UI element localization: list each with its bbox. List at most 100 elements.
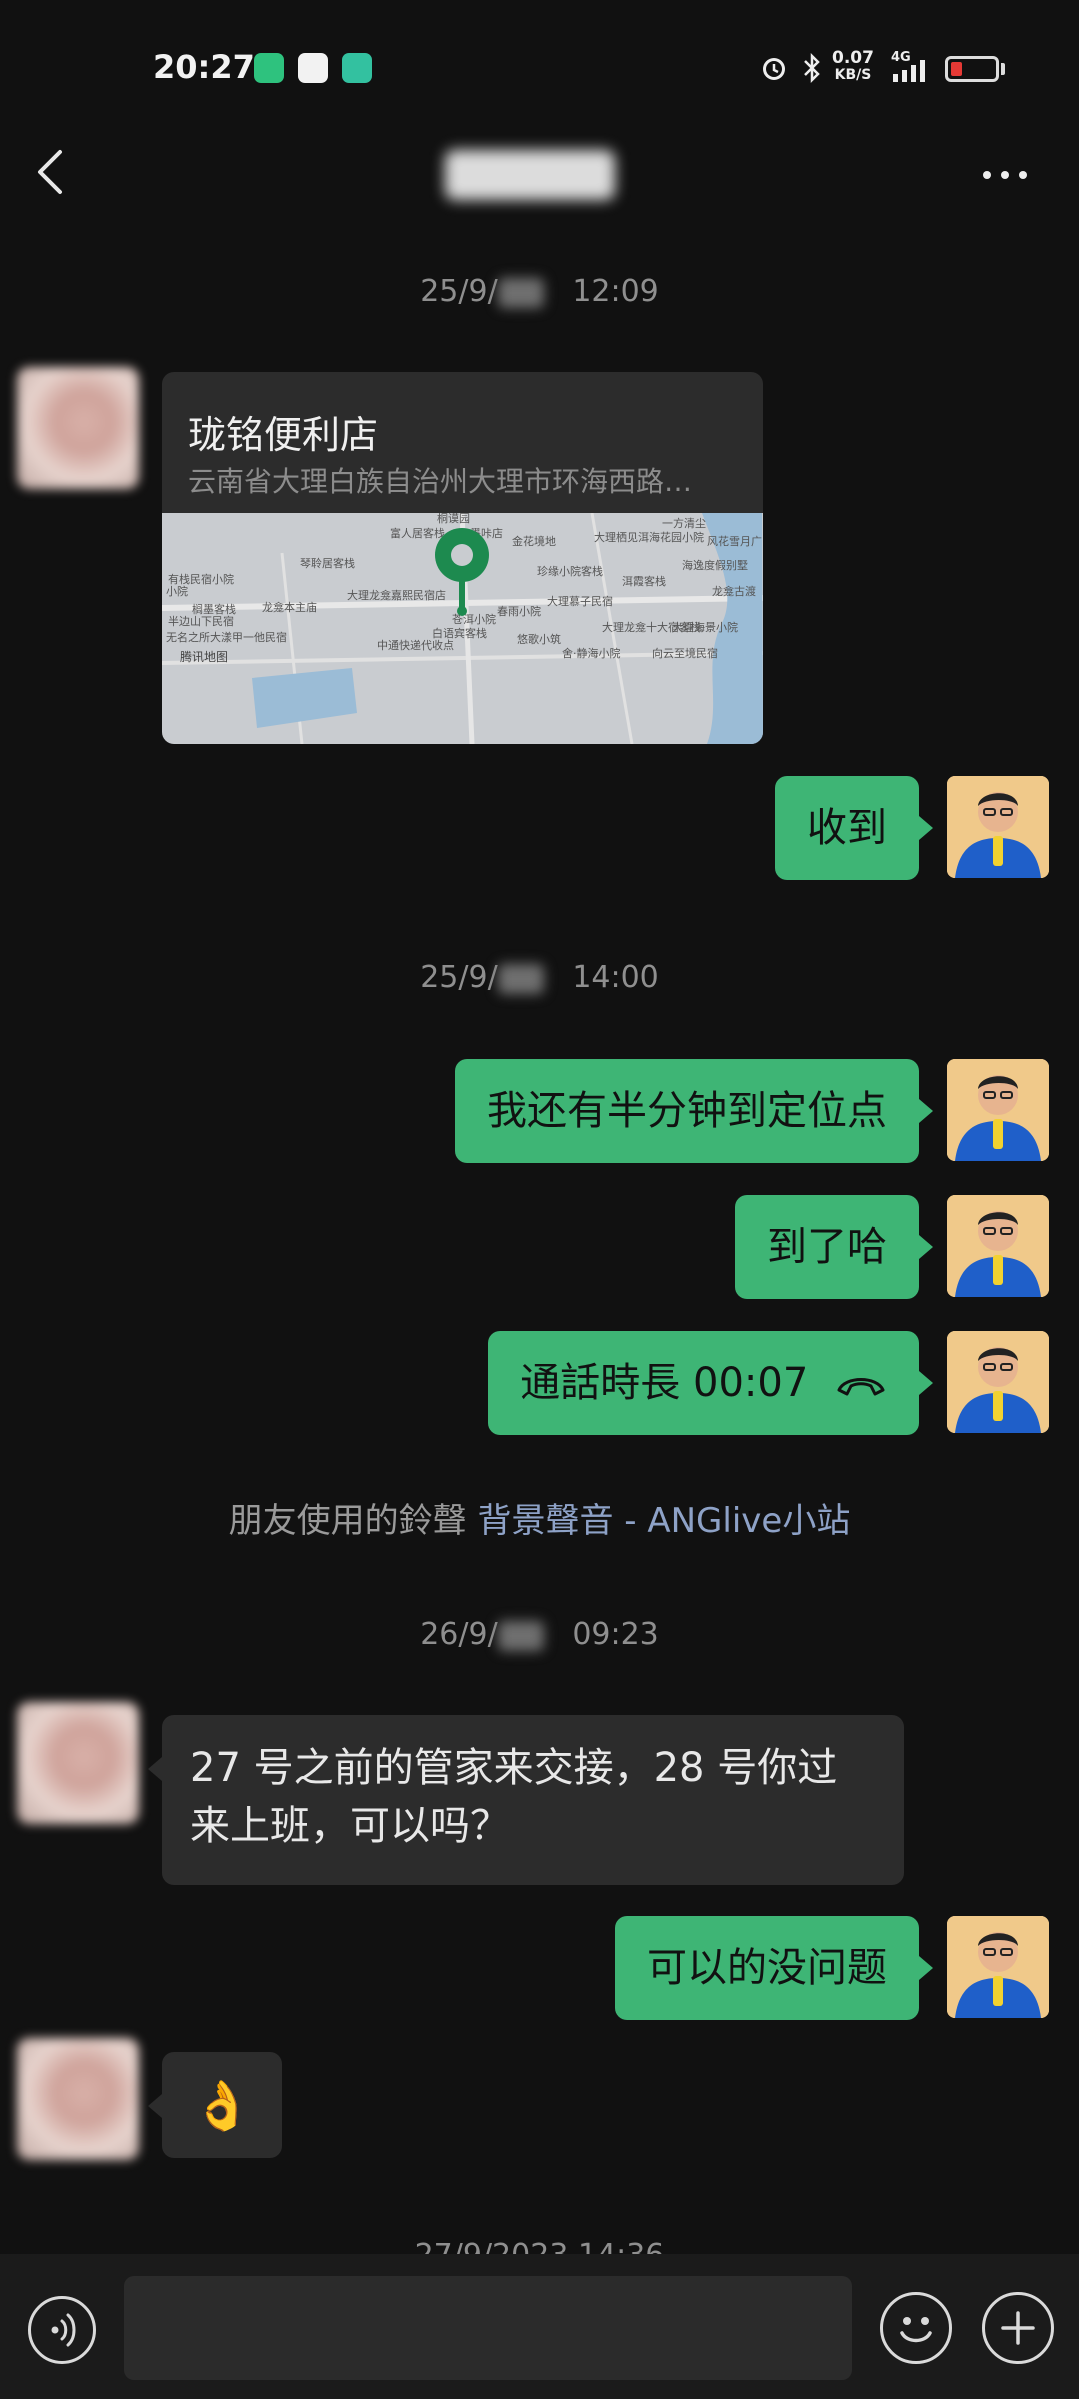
map-label: 金花境地 (512, 534, 556, 548)
message-text: 收到 (807, 805, 887, 851)
chat-title (445, 150, 615, 200)
map-label: 大理龙龛嘉熙民宿店 (347, 588, 446, 602)
signal-icon (893, 60, 925, 82)
status-time: 20:27 (153, 48, 255, 86)
map-label: 桐谟园 (437, 513, 470, 525)
call-record-bubble[interactable]: 通話時長 00:07 (488, 1331, 933, 1435)
contact-avatar[interactable] (17, 367, 139, 489)
plus-button[interactable] (982, 2292, 1054, 2364)
app-notification-icon (298, 53, 328, 83)
app-notification-icon (254, 53, 284, 83)
timestamp-date: 26/9/ (420, 1617, 498, 1652)
timestamp-redacted (497, 1620, 544, 1651)
self-avatar[interactable] (947, 1916, 1049, 2018)
message-bubble-self[interactable]: 可以的没问题 (615, 1916, 933, 2020)
map-provider-label: 腾讯地图 (180, 649, 228, 664)
self-avatar[interactable] (947, 1331, 1049, 1433)
battery-icon (945, 56, 999, 82)
timestamp-time: 14:00 (572, 960, 659, 995)
map-label: 大理栖见洱海花园小院 (594, 530, 704, 544)
self-avatar-image (947, 1916, 1049, 2018)
map-label: 海逸度假别墅 (682, 558, 748, 572)
more-dot (1001, 171, 1009, 179)
timestamp: 25/9/ 14:00 (0, 960, 1079, 995)
map-label: 龙龛古渡 (712, 584, 756, 598)
app-notification-icon (342, 53, 372, 83)
self-avatar[interactable] (947, 776, 1049, 878)
map-label: 舍·静海小院 (562, 646, 621, 660)
timestamp-time: 12:09 (572, 274, 659, 309)
battery-tip (1001, 63, 1005, 75)
status-bar: 20:27 0.07 KB/S 4G (0, 0, 1079, 130)
map-label: 榈墨客栈 (192, 602, 236, 616)
map-label: 半边山下民宿 (168, 614, 234, 628)
timestamp-time: 09:23 (572, 1617, 659, 1652)
message-bubble-self[interactable]: 我还有半分钟到定位点 (455, 1059, 933, 1163)
contact-avatar[interactable] (17, 2038, 139, 2160)
map-label: 春雨小院 (497, 604, 541, 618)
timestamp-date: 25/9/ (420, 274, 498, 309)
message-bubble-self[interactable]: 收到 (775, 776, 933, 880)
map-label: 有栈民宿小院 (168, 572, 234, 586)
map-label: 向云至境民宿 (652, 646, 718, 660)
ringtone-link[interactable]: 背景聲音 - ANGlive小站 (477, 1501, 850, 1541)
emoji-button[interactable] (880, 2292, 952, 2364)
message-bubble-self[interactable]: 到了哈 (735, 1195, 933, 1299)
more-dots-icon (983, 171, 991, 179)
bluetooth-icon (804, 52, 820, 84)
map-label: 一方清尘 (662, 516, 706, 530)
location-card[interactable]: 珑铭便利店 云南省大理白族自治州大理市环海西路… 桐谟园 一方清尘 富人居客栈 … (162, 372, 763, 744)
message-text: 27 号之前的管家来交接，28 号你过来上班，可以吗？ (190, 1745, 838, 1849)
message-bubble-other[interactable]: 27 号之前的管家来交接，28 号你过来上班，可以吗？ (148, 1715, 904, 1885)
ok-hand-emoji: 👌 (192, 2077, 252, 2134)
self-avatar[interactable] (947, 1195, 1049, 1297)
self-avatar-image (947, 1331, 1049, 1433)
map-label: 风花雪月广 (707, 535, 762, 548)
timestamp-redacted (497, 963, 544, 994)
ringtone-note: 朋友使用的鈴聲 背景聲音 - ANGlive小站 (0, 1493, 1079, 1542)
self-avatar-image (947, 776, 1049, 878)
self-avatar[interactable] (947, 1059, 1049, 1161)
timestamp: 25/9/ 12:09 (0, 274, 1079, 309)
voice-icon (51, 2313, 76, 2347)
map-label: 琴聆居客栈 (300, 556, 355, 570)
net-speed-value: 0.07 (832, 48, 874, 68)
map-label: 龙龛本主庙 (262, 600, 317, 614)
map-label: 洱霞客栈 (622, 574, 666, 588)
back-button[interactable] (30, 130, 90, 210)
location-map: 桐谟园 一方清尘 富人居客栈 墨咔店 大理栖见洱海花园小院 风花雪月广 琴聆居客… (162, 513, 763, 744)
map-label: 白语宾客栈 (432, 626, 487, 640)
net-speed: 0.07 KB/S (832, 50, 874, 84)
net-speed-unit: KB/S (834, 67, 872, 83)
call-duration-text: 通話時長 00:07 (520, 1360, 809, 1406)
map-label: 中通快递代收点 (377, 638, 454, 652)
alarm-icon (763, 58, 785, 80)
map-label: 大理慕子民宿 (547, 594, 613, 608)
message-text: 可以的没问题 (647, 1945, 887, 1991)
input-bar (0, 2254, 1079, 2399)
timestamp: 26/9/ 09:23 (0, 1617, 1079, 1652)
chat-header (0, 130, 1079, 250)
more-dot (1019, 171, 1027, 179)
voice-button[interactable] (28, 2296, 96, 2364)
timestamp-redacted (497, 277, 544, 308)
map-label: 大理海景小院 (672, 620, 738, 634)
map-label: 珍缘小院客栈 (537, 564, 603, 578)
self-avatar-image (947, 1059, 1049, 1161)
self-avatar-image (947, 1195, 1049, 1297)
message-text: 我还有半分钟到定位点 (487, 1088, 887, 1134)
emoji-icon (900, 2317, 932, 2343)
map-label: 富人居客栈 (390, 526, 445, 540)
map-label: 无名之所大漾甲一他民宿 (166, 630, 287, 644)
ringtone-prefix: 朋友使用的鈴聲 (228, 1501, 467, 1541)
message-bubble-other[interactable]: 👌 (148, 2052, 282, 2158)
map-label: 悠歌小筑 (517, 632, 561, 646)
message-input[interactable] (124, 2276, 852, 2380)
timestamp-date: 25/9/ (420, 960, 498, 995)
message-text: 到了哈 (767, 1224, 887, 1270)
plus-icon (1001, 2311, 1035, 2345)
map-label: 小院 (166, 584, 188, 598)
location-address: 云南省大理白族自治州大理市环海西路… (188, 465, 693, 498)
contact-avatar[interactable] (17, 1702, 139, 1824)
more-button[interactable] (965, 150, 1045, 200)
